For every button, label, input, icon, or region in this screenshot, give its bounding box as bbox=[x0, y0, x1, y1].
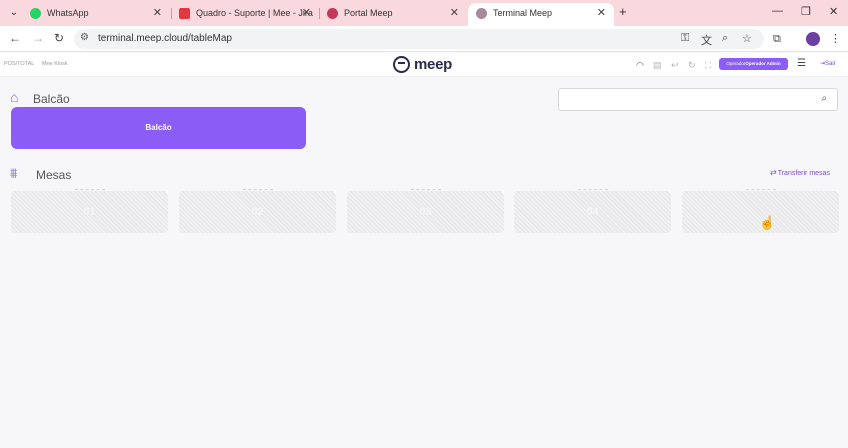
tab-terminal-meep[interactable]: Terminal Meep ✕ bbox=[468, 3, 614, 26]
back-icon[interactable]: ← bbox=[9, 31, 21, 45]
close-icon[interactable]: ✕ bbox=[597, 6, 606, 19]
browser-toolbar: ← → ↻ ⚙ terminal.meep.cloud/tableMap ⚿ 文… bbox=[0, 26, 848, 52]
meep-logo-icon bbox=[393, 56, 410, 73]
fullscreen-icon[interactable]: ⛶ bbox=[705, 60, 711, 71]
undo-icon[interactable]: ↩ bbox=[671, 60, 679, 71]
tab-whatsapp[interactable]: WhatsApp ✕ bbox=[22, 3, 170, 26]
table-number: 04 bbox=[586, 206, 599, 218]
pointer-cursor-icon: ☝ bbox=[759, 215, 776, 230]
tables-icon: ⩩ bbox=[10, 165, 18, 181]
transfer-tables-button[interactable]: ⇄Transferir mesas bbox=[770, 168, 830, 177]
site-info-icon[interactable]: ⚙ bbox=[80, 32, 89, 43]
exit-button[interactable]: ⇥Sair bbox=[820, 60, 836, 67]
search-input[interactable] bbox=[565, 93, 805, 107]
refresh-icon[interactable]: ↻ bbox=[688, 60, 696, 71]
tab-title: Portal Meep bbox=[344, 8, 393, 18]
terminal-label: POS/TOTAL bbox=[4, 61, 35, 67]
table-card[interactable]: 02 bbox=[179, 189, 336, 233]
table-number: 03 bbox=[419, 206, 432, 218]
card-handle bbox=[410, 189, 441, 192]
password-key-icon[interactable]: ⚿ bbox=[681, 32, 689, 45]
card-handle bbox=[242, 189, 273, 192]
operator-badge[interactable]: OperadorOperador Admin bbox=[719, 58, 788, 70]
operator-name: Operador Admin bbox=[745, 61, 781, 66]
minimize-icon[interactable]: — bbox=[772, 5, 783, 17]
card-handle bbox=[577, 189, 608, 192]
wifi-icon: ◠ bbox=[636, 60, 644, 70]
operator-prefix: Operador bbox=[726, 61, 746, 66]
zoom-icon[interactable]: ⌕ bbox=[722, 32, 728, 45]
new-tab-button[interactable]: + bbox=[619, 4, 627, 19]
device-label: Mee Kiosk bbox=[42, 61, 68, 67]
table-card[interactable]: 01 bbox=[11, 189, 168, 233]
translate-icon[interactable]: 文 bbox=[701, 32, 712, 48]
close-icon[interactable]: ✕ bbox=[450, 6, 459, 19]
close-icon[interactable]: ✕ bbox=[153, 6, 162, 19]
extensions-icon[interactable]: ⧉ bbox=[773, 33, 781, 46]
address-bar[interactable]: ⚙ terminal.meep.cloud/tableMap ⚿ 文 ⌕ ☆ bbox=[74, 29, 764, 49]
reload-icon[interactable]: ↻ bbox=[54, 31, 64, 45]
hamburger-menu-icon[interactable]: ☰ bbox=[797, 58, 806, 69]
table-number: 02 bbox=[251, 206, 264, 218]
tab-jira[interactable]: Quadro - Suporte | Mee - Jira ✕ bbox=[171, 3, 319, 26]
card-handle bbox=[745, 189, 776, 192]
table-card[interactable]: 03 bbox=[347, 189, 504, 233]
search-icon[interactable]: ⌕ bbox=[821, 93, 827, 104]
transfer-label: Transferir mesas bbox=[777, 170, 830, 177]
tab-strip: ⌄ WhatsApp ✕ Quadro - Suporte | Mee - Ji… bbox=[0, 0, 848, 26]
close-window-icon[interactable]: ✕ bbox=[829, 5, 838, 18]
bookmark-star-icon[interactable]: ☆ bbox=[742, 32, 752, 45]
balcao-title: Balcão bbox=[33, 92, 70, 106]
tab-title: Quadro - Suporte | Mee - Jira bbox=[196, 8, 313, 18]
meep-icon bbox=[327, 8, 338, 19]
tab-title: Terminal Meep bbox=[493, 8, 553, 18]
exit-label: Sair bbox=[825, 61, 836, 67]
tab-portal-meep[interactable]: Portal Meep ✕ bbox=[319, 3, 467, 26]
logo-text: meep bbox=[414, 56, 452, 73]
more-menu-icon[interactable]: ⋮ bbox=[830, 32, 841, 45]
tab-title: WhatsApp bbox=[47, 8, 89, 18]
forward-icon[interactable]: → bbox=[32, 31, 44, 45]
search-field[interactable]: ⌕ bbox=[558, 88, 838, 111]
counter-icon: ⌂ bbox=[10, 89, 19, 105]
balcao-button[interactable]: Balcão bbox=[11, 107, 306, 149]
restore-icon[interactable]: ❐ bbox=[801, 5, 811, 18]
jira-icon bbox=[179, 8, 190, 19]
url-text: terminal.meep.cloud/tableMap bbox=[98, 33, 232, 44]
avatar[interactable] bbox=[806, 32, 820, 46]
transfer-icon: ⇄ bbox=[770, 168, 777, 177]
table-number: 01 bbox=[83, 206, 96, 218]
close-icon[interactable]: ✕ bbox=[302, 6, 311, 19]
table-card[interactable]: 04 bbox=[514, 189, 671, 233]
printer-icon[interactable]: ▤ bbox=[653, 60, 662, 71]
tab-search-button[interactable]: ⌄ bbox=[6, 5, 22, 21]
terminal-icon bbox=[476, 8, 487, 19]
mesas-title: Mesas bbox=[36, 168, 72, 182]
whatsapp-icon bbox=[30, 8, 41, 19]
card-handle bbox=[74, 189, 105, 192]
